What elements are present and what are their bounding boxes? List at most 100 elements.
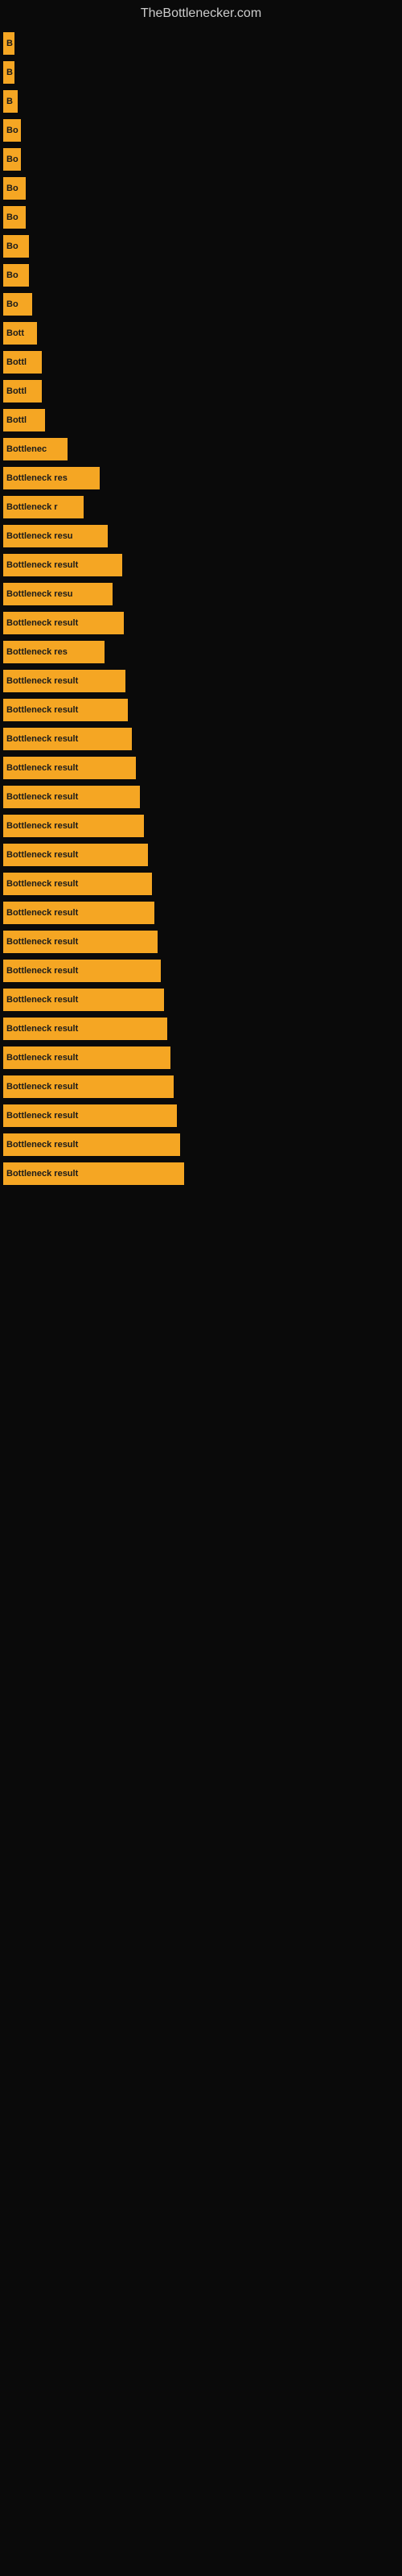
bar-item: Bottleneck resu <box>3 583 113 605</box>
bar-row: Bottleneck result <box>0 699 402 721</box>
bar-label: Bottleneck result <box>6 1024 78 1034</box>
bar-label: Bottleneck result <box>6 1169 78 1179</box>
bar-item: Bottleneck result <box>3 728 132 750</box>
bar-label: Bo <box>6 270 18 280</box>
bar-item: B <box>3 90 18 113</box>
bar-item: Bottleneck result <box>3 815 144 837</box>
bar-item: Bottleneck result <box>3 554 122 576</box>
bar-row: Bottleneck resu <box>0 525 402 547</box>
bar-item: Bottlenec <box>3 438 68 460</box>
bar-row: Bottleneck result <box>0 1018 402 1040</box>
bar-label: Bottleneck res <box>6 473 68 483</box>
bar-row: Bottleneck result <box>0 786 402 808</box>
bar-row: Bottleneck result <box>0 844 402 866</box>
bar-label: B <box>6 97 13 106</box>
bar-item: Bo <box>3 148 21 171</box>
bar-label: Bo <box>6 155 18 164</box>
bar-row: Bottleneck result <box>0 873 402 895</box>
bar-item: Bottleneck result <box>3 960 161 982</box>
bar-row: Bottleneck result <box>0 554 402 576</box>
bar-label: Bottleneck result <box>6 995 78 1005</box>
bar-item: Bo <box>3 177 26 200</box>
bar-row: Bottleneck result <box>0 612 402 634</box>
bar-item: Bottleneck result <box>3 670 125 692</box>
bar-label: Bottleneck result <box>6 1111 78 1121</box>
bar-item: Bottleneck result <box>3 1104 177 1127</box>
bar-item: Bottl <box>3 351 42 374</box>
bar-label: B <box>6 39 13 48</box>
bar-label: Bo <box>6 299 18 309</box>
bar-label: B <box>6 68 13 77</box>
bar-row: Bottleneck result <box>0 1104 402 1127</box>
bar-row: Bottl <box>0 409 402 431</box>
bar-label: Bo <box>6 213 18 222</box>
bar-row: Bo <box>0 206 402 229</box>
bar-row: Bottleneck result <box>0 1133 402 1156</box>
bar-row: Bottleneck result <box>0 931 402 953</box>
bar-label: Bottleneck r <box>6 502 58 512</box>
bar-item: Bo <box>3 293 32 316</box>
bar-row: Bottleneck result <box>0 902 402 924</box>
bar-item: Bottleneck result <box>3 1046 170 1069</box>
bar-label: Bottleneck result <box>6 1082 78 1092</box>
bar-item: Bottleneck result <box>3 1018 167 1040</box>
bar-row: Bottleneck result <box>0 989 402 1011</box>
bar-label: Bottleneck result <box>6 734 78 744</box>
bar-row: Bo <box>0 264 402 287</box>
bar-label: Bottleneck result <box>6 821 78 831</box>
bar-label: Bottl <box>6 386 27 396</box>
bar-label: Bottleneck result <box>6 850 78 860</box>
bar-item: Bott <box>3 322 37 345</box>
bar-item: Bottl <box>3 409 45 431</box>
bar-item: Bottleneck result <box>3 786 140 808</box>
bar-item: Bo <box>3 264 29 287</box>
bar-item: Bottleneck result <box>3 873 152 895</box>
bar-item: Bo <box>3 119 21 142</box>
bar-row: Bottl <box>0 351 402 374</box>
bar-row: Bo <box>0 177 402 200</box>
bar-label: Bottleneck res <box>6 647 68 657</box>
bar-row: Bottleneck result <box>0 670 402 692</box>
bar-row: Bott <box>0 322 402 345</box>
bar-item: Bottleneck result <box>3 1075 174 1098</box>
bar-row: Bottleneck res <box>0 641 402 663</box>
bar-row: Bottleneck result <box>0 960 402 982</box>
bar-item: B <box>3 32 14 55</box>
bar-label: Bott <box>6 328 24 338</box>
bar-item: Bottleneck res <box>3 467 100 489</box>
bar-label: Bottleneck result <box>6 560 78 570</box>
bar-row: Bottleneck result <box>0 1162 402 1185</box>
bar-item: Bottleneck result <box>3 1133 180 1156</box>
bar-item: Bottleneck res <box>3 641 105 663</box>
bar-label: Bottleneck result <box>6 908 78 918</box>
bar-item: Bottleneck result <box>3 844 148 866</box>
bar-row: Bottlenec <box>0 438 402 460</box>
bar-label: Bottleneck result <box>6 792 78 802</box>
bar-label: Bottleneck result <box>6 1053 78 1063</box>
bar-label: Bottleneck resu <box>6 589 73 599</box>
bar-item: Bottleneck r <box>3 496 84 518</box>
bar-label: Bo <box>6 126 18 135</box>
bar-item: Bottleneck result <box>3 699 128 721</box>
bar-label: Bottlenec <box>6 444 47 454</box>
bar-row: Bo <box>0 148 402 171</box>
bar-row: Bo <box>0 293 402 316</box>
bar-row: Bottleneck r <box>0 496 402 518</box>
bar-row: Bottleneck res <box>0 467 402 489</box>
bar-label: Bo <box>6 184 18 193</box>
bar-row: Bottleneck result <box>0 1075 402 1098</box>
bars-container: B B B Bo Bo Bo Bo Bo Bo Bo Bott Bottl Bottl Bottl Bott… <box>0 24 402 1191</box>
bar-label: Bo <box>6 242 18 251</box>
bar-row: Bottleneck resu <box>0 583 402 605</box>
bar-row: B <box>0 32 402 55</box>
bar-row: B <box>0 90 402 113</box>
bar-row: B <box>0 61 402 84</box>
bar-item: Bottleneck result <box>3 612 124 634</box>
bar-row: Bottleneck result <box>0 1046 402 1069</box>
bar-row: Bo <box>0 235 402 258</box>
bar-item: B <box>3 61 14 84</box>
bar-label: Bottleneck resu <box>6 531 73 541</box>
bar-item: Bottleneck resu <box>3 525 108 547</box>
bar-row: Bo <box>0 119 402 142</box>
bar-label: Bottleneck result <box>6 966 78 976</box>
